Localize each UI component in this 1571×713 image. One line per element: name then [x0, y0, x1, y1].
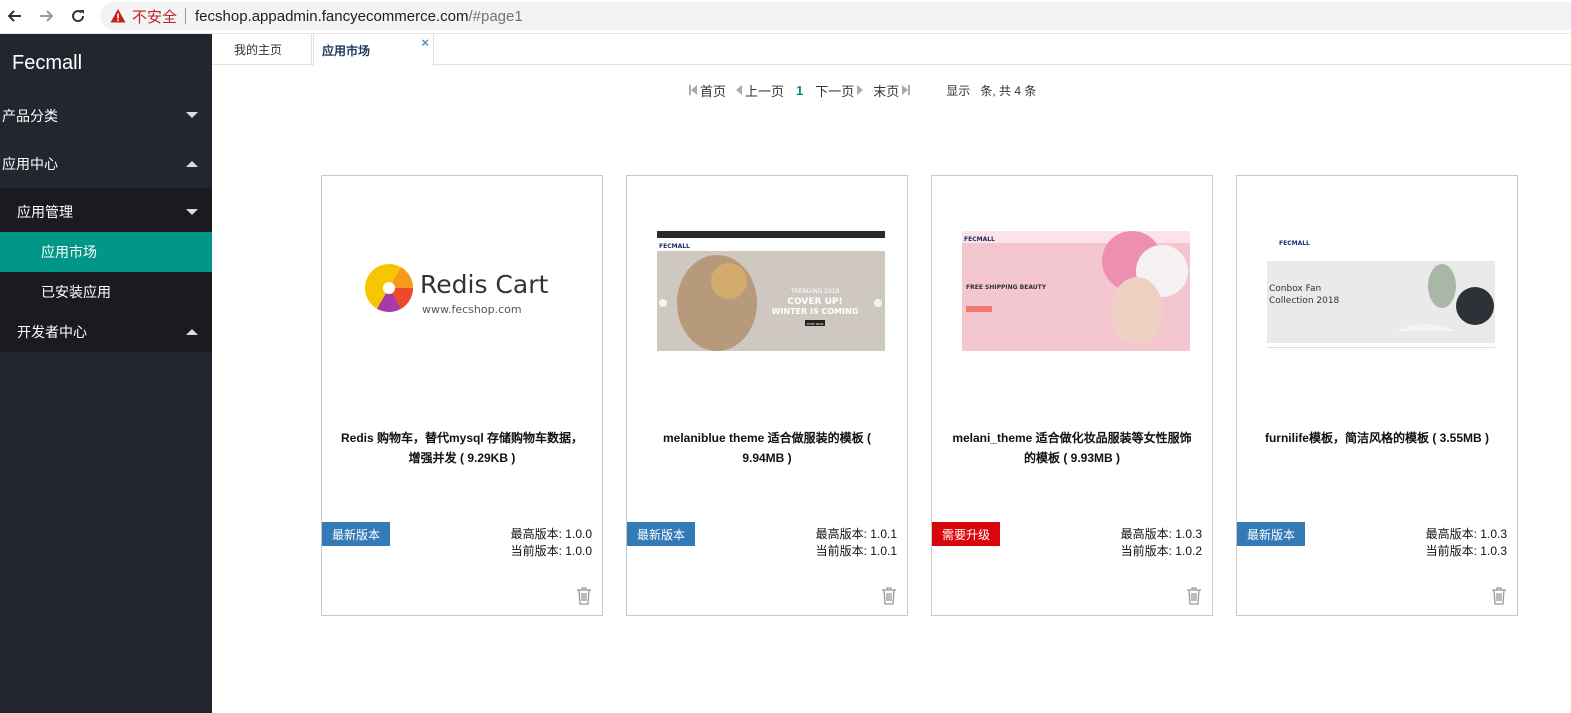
caret-down-icon [186, 209, 198, 215]
sidebar-item-installed-apps[interactable]: 已安装应用 [0, 272, 212, 312]
max-version: 最高版本: 1.0.3 [1120, 527, 1202, 541]
sidebar-item-app-center[interactable]: 应用中心 [0, 140, 212, 188]
sidebar-item-label: 已安装应用 [41, 284, 111, 300]
triangle-right-icon [857, 85, 864, 95]
page-info: 显示 条, 共 4 条 [946, 82, 1046, 99]
address-bar[interactable]: 不安全 fecshop.appadmin.fancyecommerce.com/… [100, 2, 1571, 30]
thumb-line1: COVER UP! [787, 297, 842, 307]
current-version: 当前版本: 1.0.2 [1120, 544, 1202, 558]
triangle-left-icon [691, 85, 697, 95]
sidebar-item-developer-center[interactable]: 开发者中心 [0, 312, 212, 352]
status-badge: 最新版本 [1237, 522, 1306, 546]
app-thumbnail: FECMALL TRENDING 2018 COVER UP! WINTER I… [657, 231, 885, 351]
sidebar-item-label: 应用中心 [2, 156, 58, 172]
last-page-link[interactable]: 末页 [873, 81, 911, 100]
tab-label: 我的主页 [234, 43, 283, 57]
next-page-link[interactable]: 下一页 [815, 81, 864, 100]
url-host: fecshop.appadmin.fancyecommerce.com [195, 7, 469, 25]
current-page[interactable]: 1 [796, 83, 803, 98]
forward-arrow-icon[interactable] [34, 5, 58, 27]
thumb-logo: FECMALL [1279, 240, 1310, 247]
app-card-furnilife[interactable]: FECMALL Conbox Fan Collection 2018 furni… [1236, 175, 1518, 616]
sidebar: Fecmall 产品分类 应用中心 应用管理 应用市场 已安装应用 开发者中心 [0, 34, 212, 713]
status-badge: 需要升级 [932, 522, 1001, 546]
sidebar-submenu: 应用管理 应用市场 已安装应用 开发者中心 [0, 188, 212, 352]
url-text: fecshop.appadmin.fancyecommerce.com/#pag… [195, 8, 523, 25]
trash-icon[interactable] [1491, 587, 1507, 605]
last-page-label: 末页 [873, 83, 900, 99]
thumb-title: Redis Cart [420, 270, 548, 299]
pagination: 首页 上一页 1 下一页 末页 显示 条, 共 4 条 [689, 80, 1046, 100]
trash-icon[interactable] [576, 587, 592, 605]
app-card-melani[interactable]: FECMALL FREE SHIPPING BEAUTY melani_them… [931, 175, 1213, 616]
tab-app-market[interactable]: 应用市场 × [313, 34, 434, 66]
version-info: 最高版本: 1.0.1 当前版本: 1.0.1 [816, 526, 897, 560]
status-badge: 最新版本 [627, 522, 696, 546]
last-page-icon [908, 85, 911, 95]
brand-logo[interactable]: Fecmall [0, 34, 212, 92]
sidebar-item-label: 应用市场 [41, 244, 97, 260]
close-icon[interactable]: × [421, 35, 429, 50]
total-label: 条, 共 4 条 [980, 83, 1037, 98]
reload-icon[interactable] [66, 5, 90, 27]
back-arrow-icon[interactable] [3, 5, 27, 27]
url-path: /#page1 [468, 7, 523, 25]
thumb-button: SHOP NOW [807, 322, 824, 326]
prev-page-label: 上一页 [745, 83, 785, 99]
thumb-kicker: TRENDING 2018 [790, 288, 840, 295]
thumb-logo: FECMALL [659, 243, 690, 250]
sidebar-item-product-category[interactable]: 产品分类 [0, 92, 212, 140]
show-label: 显示 [946, 83, 971, 98]
app-thumbnail: Redis Cart www.fecshop.com [352, 231, 580, 351]
first-page-label: 首页 [700, 83, 727, 99]
app-title: Redis 购物车，替代mysql 存储购物车数据，增强并发 ( 9.29KB … [340, 431, 584, 465]
sidebar-item-app-management[interactable]: 应用管理 [0, 192, 212, 232]
triangle-left-icon [736, 85, 743, 95]
thumb-line2: WINTER IS COMING [772, 307, 859, 316]
current-version: 当前版本: 1.0.3 [1425, 544, 1507, 558]
tab-label: 应用市场 [322, 43, 371, 58]
max-version: 最高版本: 1.0.1 [815, 527, 897, 541]
next-page-label: 下一页 [815, 83, 855, 99]
caret-up-icon [186, 161, 198, 167]
version-info: 最高版本: 1.0.3 当前版本: 1.0.3 [1426, 526, 1507, 560]
browser-toolbar: 不安全 fecshop.appadmin.fancyecommerce.com/… [0, 0, 1571, 34]
thumb-line1: FREE SHIPPING BEAUTY [966, 284, 1047, 291]
current-version: 当前版本: 1.0.0 [510, 544, 592, 558]
thumb-logo: FECMALL [964, 236, 995, 243]
sidebar-item-app-market[interactable]: 应用市场 [0, 232, 212, 272]
caret-up-icon [186, 329, 198, 335]
prev-page-link[interactable]: 上一页 [736, 81, 784, 100]
app-thumbnail: FECMALL Conbox Fan Collection 2018 [1267, 231, 1495, 351]
version-info: 最高版本: 1.0.3 当前版本: 1.0.2 [1121, 526, 1202, 560]
tab-home[interactable]: 我的主页 [212, 34, 312, 65]
trash-icon[interactable] [881, 587, 897, 605]
insecure-label: 不安全 [132, 8, 178, 26]
thumb-line1: Conbox Fan [1269, 284, 1321, 294]
sidebar-item-label: 应用管理 [17, 204, 73, 220]
status-badge: 最新版本 [322, 522, 391, 546]
sidebar-item-label: 产品分类 [2, 108, 58, 124]
max-version: 最高版本: 1.0.3 [1425, 527, 1507, 541]
app-title: melani_theme 适合做化妆品服装等女性服饰的模板 ( 9.93MB ) [952, 431, 1192, 465]
app-title: melaniblue theme 适合做服装的模板 ( 9.94MB ) [662, 431, 872, 465]
trash-icon[interactable] [1186, 587, 1202, 605]
caret-down-icon [186, 112, 198, 118]
max-version: 最高版本: 1.0.0 [510, 527, 592, 541]
thumb-line2: Collection 2018 [1269, 296, 1340, 306]
app-thumbnail: FECMALL FREE SHIPPING BEAUTY [962, 231, 1190, 351]
divider [185, 8, 187, 24]
warning-icon [110, 9, 126, 23]
thumb-subtitle: www.fecshop.com [422, 303, 522, 316]
app-title: furnilife模板，简洁风格的模板 ( 3.55MB ) [1264, 431, 1489, 445]
sidebar-item-label: 开发者中心 [17, 324, 87, 340]
tab-bar: 我的主页 应用市场 × [212, 34, 1571, 66]
app-card-melaniblue[interactable]: FECMALL TRENDING 2018 COVER UP! WINTER I… [626, 175, 908, 616]
first-page-link[interactable]: 首页 [689, 81, 726, 100]
current-version: 当前版本: 1.0.1 [815, 544, 897, 558]
version-info: 最高版本: 1.0.0 当前版本: 1.0.0 [511, 526, 592, 560]
app-card-redis-cart[interactable]: Redis Cart www.fecshop.com Redis 购物车，替代m… [321, 175, 603, 616]
